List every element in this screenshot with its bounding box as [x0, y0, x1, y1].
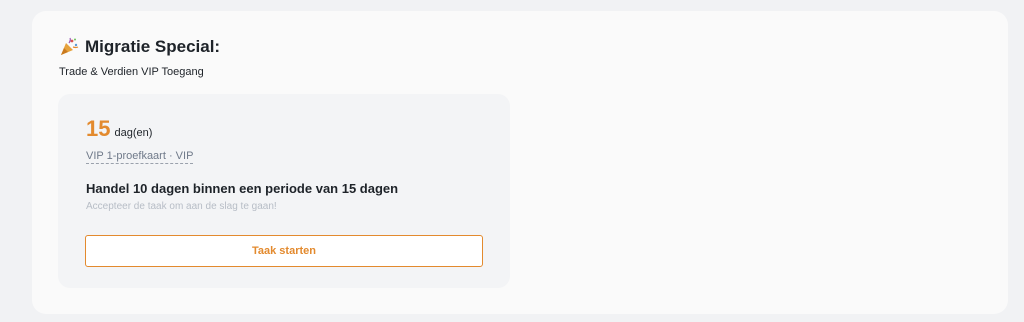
- duration: 15 dag(en): [86, 116, 152, 142]
- duration-unit: dag(en): [114, 127, 153, 139]
- vip-trial-task-card: 15 dag(en) VIP 1-proefkaart · VIP Handel…: [58, 94, 510, 288]
- start-task-button[interactable]: Taak starten: [85, 235, 483, 267]
- party-popper-icon: [59, 37, 79, 57]
- task-description: Accepteer de taak om aan de slag te gaan…: [86, 201, 277, 212]
- panel-title: Migratie Special:: [85, 37, 221, 56]
- panel-header: Migratie Special:: [59, 37, 220, 57]
- panel-subtitle: Trade & Verdien VIP Toegang: [59, 66, 204, 78]
- task-title: Handel 10 dagen binnen een periode van 1…: [86, 181, 399, 196]
- reward-card-type[interactable]: VIP 1-proefkaart · VIP: [86, 150, 194, 164]
- duration-number: 15: [86, 116, 111, 141]
- migration-special-panel: Migratie Special: Trade & Verdien VIP To…: [32, 11, 1008, 314]
